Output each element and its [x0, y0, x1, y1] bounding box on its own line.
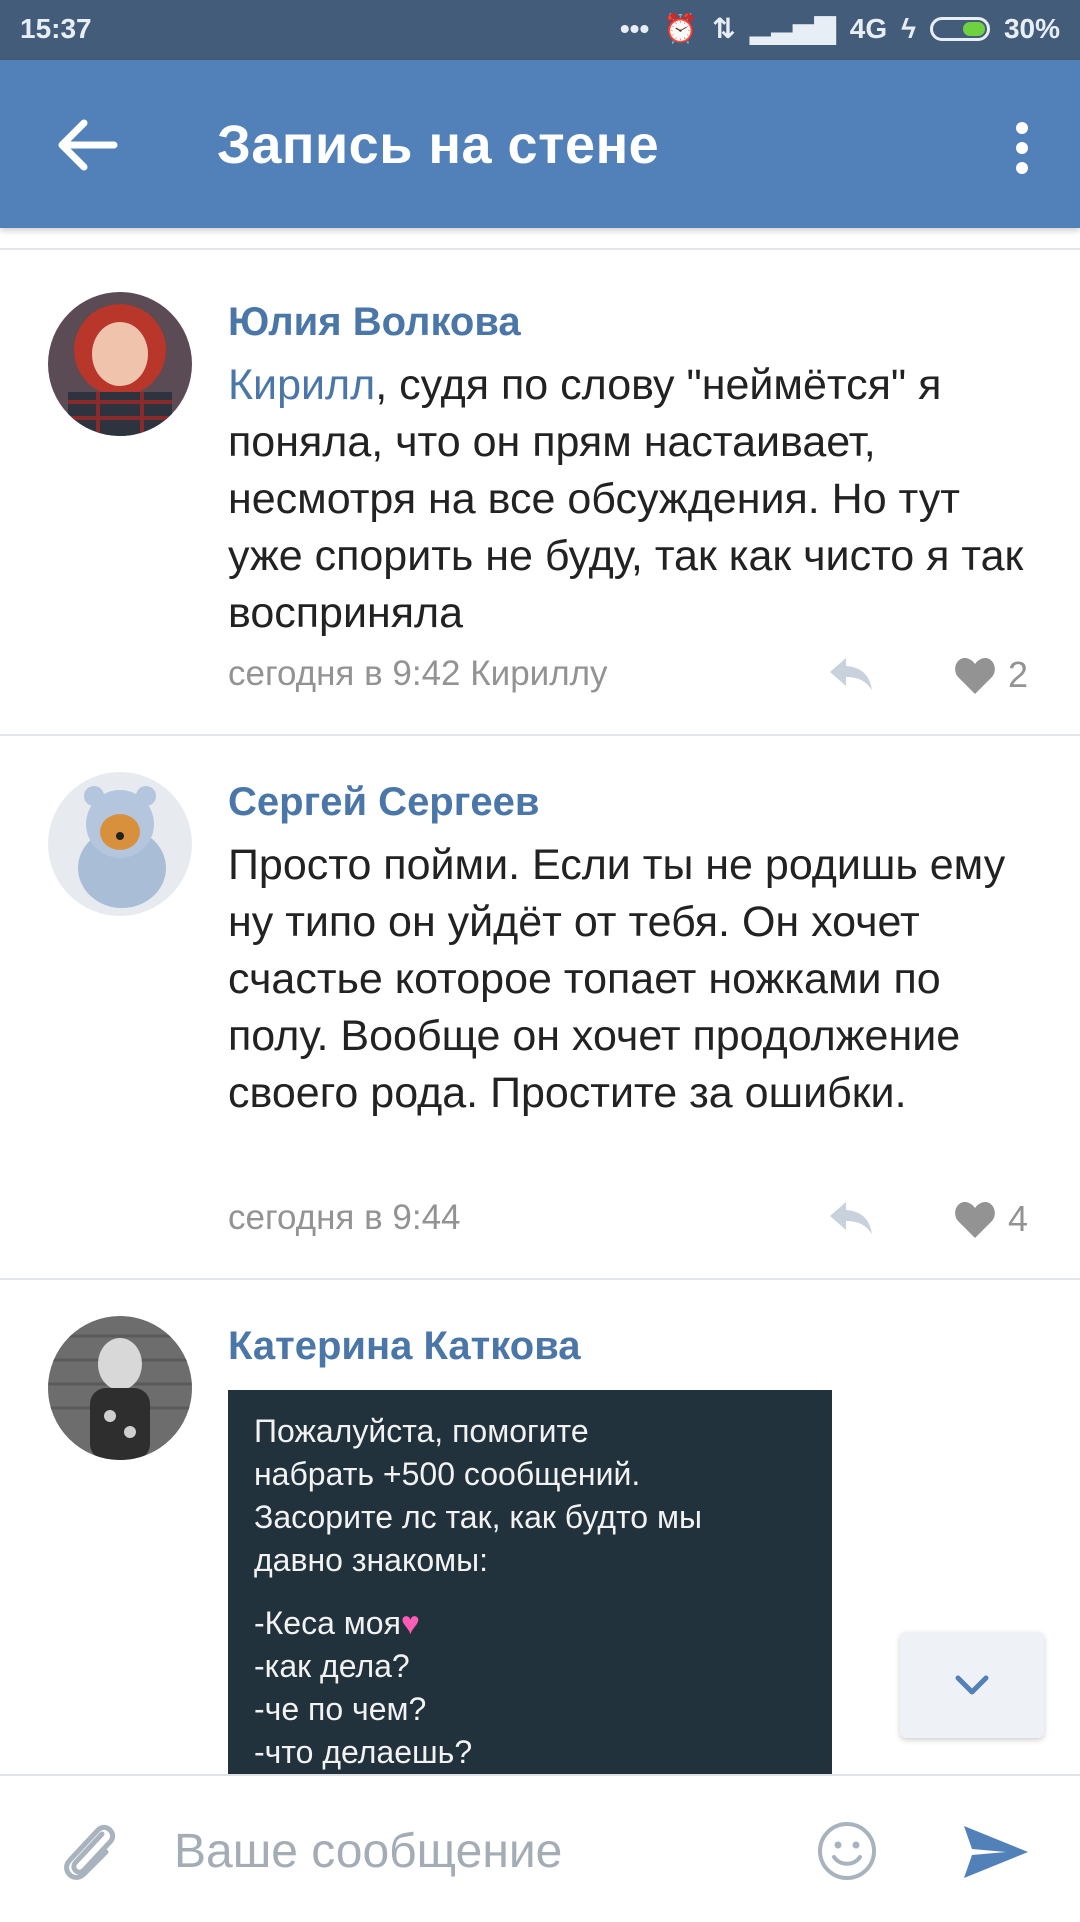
send-icon[interactable]	[962, 1822, 1030, 1882]
image-line: -Кеса моя	[254, 1605, 401, 1641]
mention-link[interactable]: Кирилл	[228, 361, 375, 409]
comment-author[interactable]: Сергей Сергеев	[228, 780, 539, 825]
avatar[interactable]	[48, 1316, 192, 1460]
image-line: -че по чем?	[254, 1691, 427, 1727]
image-line: Засорите лс так, как будто мы	[254, 1499, 702, 1535]
heart-emoji-icon: ♥	[400, 1605, 420, 1641]
avatar[interactable]	[48, 292, 192, 436]
more-menu-icon[interactable]	[1002, 116, 1042, 186]
status-time: 15:37	[20, 13, 92, 44]
battery-icon	[929, 16, 990, 41]
alarm-icon: ⏰	[663, 13, 699, 44]
chevron-down-icon	[955, 1675, 989, 1695]
page-title: Запись на стене	[217, 115, 660, 175]
status-icons: ••• ⏰ ⇅ ▂▃▅▇ 4G ϟ 30%	[620, 12, 1060, 45]
emoji-icon[interactable]	[816, 1820, 878, 1882]
comment-text: Кирилл, судя по слову "неймётся" я понял…	[228, 357, 1028, 642]
comment-meta: сегодня в 9:44	[228, 1198, 461, 1237]
comment-author[interactable]: Катерина Каткова	[228, 1324, 581, 1369]
message-input[interactable]	[172, 1810, 776, 1892]
comment-item: Юлия Волкова Кирилл, судя по слову "нейм…	[0, 250, 1080, 734]
scroll-down-button[interactable]	[900, 1632, 1044, 1738]
image-line-with-heart: -Кеса моя♥	[254, 1602, 702, 1645]
more-dots-icon: •••	[619, 12, 650, 44]
avatar[interactable]	[48, 772, 192, 916]
image-text: Пожалуйста, помогите набрать +500 сообще…	[254, 1410, 702, 1774]
data-transfer-icon: ⇅	[712, 13, 736, 44]
like-count: 2	[1008, 654, 1029, 695]
message-composer	[0, 1774, 1080, 1922]
signal-icon: ▂▃▅▇	[749, 13, 836, 44]
image-line: -как дела?	[254, 1648, 410, 1684]
comment-meta: сегодня в 9:42 Кириллу	[228, 654, 608, 693]
heart-icon[interactable]	[954, 656, 996, 696]
app-bar: Запись на стене	[0, 60, 1080, 228]
heart-icon[interactable]	[954, 1200, 996, 1240]
battery-level: 30%	[1003, 12, 1060, 44]
comment-text: Просто пойми. Если ты не родишь ему ну т…	[228, 841, 1006, 1117]
image-line: набрать +500 сообщений.	[254, 1456, 641, 1492]
image-line: Пожалуйста, помогите	[254, 1413, 589, 1449]
like-count: 4	[1008, 1198, 1029, 1239]
comment-item: Сергей Сергеев Просто пойми. Если ты не …	[0, 736, 1080, 1278]
reply-icon[interactable]	[826, 1198, 874, 1238]
charging-icon: ϟ	[901, 12, 916, 44]
attached-image[interactable]: Пожалуйста, помогите набрать +500 сообще…	[228, 1390, 832, 1774]
network-type: 4G	[849, 12, 888, 44]
image-line: давно знакомы:	[254, 1542, 489, 1578]
reply-icon[interactable]	[826, 654, 874, 694]
paperclip-icon[interactable]	[56, 1816, 120, 1886]
status-bar: 15:37 ••• ⏰ ⇅ ▂▃▅▇ 4G ϟ 30%	[0, 0, 1080, 60]
image-line: -что делаешь?	[254, 1734, 473, 1770]
back-arrow-icon[interactable]	[52, 110, 122, 180]
comment-author[interactable]: Юлия Волкова	[228, 300, 521, 345]
